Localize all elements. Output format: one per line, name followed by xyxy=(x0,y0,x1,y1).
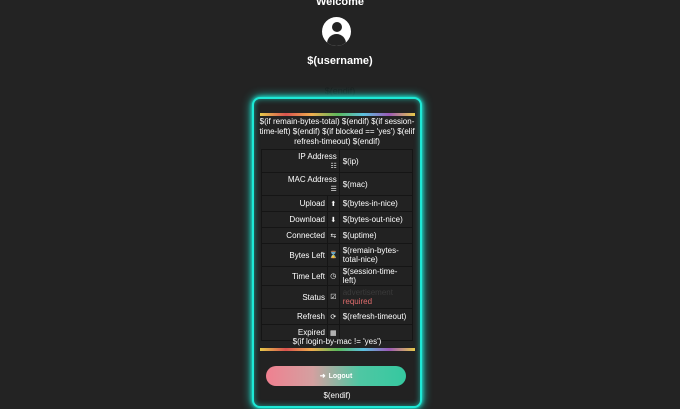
status-card: $(if remain-bytes-total) $(endif) $(if s… xyxy=(252,97,422,408)
table-row: IP Address ☷ $(ip) xyxy=(261,149,414,173)
upload-label: Upload xyxy=(261,195,328,212)
connected-label: Connected xyxy=(261,227,328,244)
barcode-icon: ☰ xyxy=(330,185,337,193)
sitemap-icon: ☷ xyxy=(330,162,337,170)
user-avatar-icon xyxy=(322,17,351,46)
mac-value: $(mac) xyxy=(338,172,414,196)
logout-button[interactable]: ➜ Logout xyxy=(266,366,406,386)
bytes-left-value: $(remain-bytes-total-nice) xyxy=(338,243,414,267)
upload-icon: ⬆ xyxy=(327,195,340,212)
exchange-icon: ⇆ xyxy=(327,227,340,244)
download-icon: ⬇ xyxy=(327,211,340,228)
hourglass-icon: ⌛ xyxy=(327,243,340,267)
bytes-left-label: Bytes Left xyxy=(261,243,328,267)
refresh-label: Refresh xyxy=(261,308,328,325)
endif-top-text: $(endif) xyxy=(324,86,356,96)
refresh-icon: ⟳ xyxy=(327,308,340,325)
download-value: $(bytes-out-nice) xyxy=(338,211,414,228)
welcome-heading: Welcome xyxy=(315,0,365,8)
rainbow-divider-bottom xyxy=(260,348,415,351)
refresh-value: $(refresh-timeout) xyxy=(338,308,414,325)
download-label: Download xyxy=(261,211,328,228)
status-page: Welcome $(username) $(endif) $(if remain… xyxy=(0,0,680,409)
table-row: MAC Address ☰ $(mac) xyxy=(261,172,414,196)
table-row: Time Left ◷ $(session-time-left) xyxy=(261,266,414,286)
login-condition-text: $(if login-by-mac != 'yes') xyxy=(292,337,382,346)
sign-out-icon: ➜ xyxy=(319,373,326,380)
mac-address-label: MAC Address xyxy=(287,174,337,184)
status-value-cell: advertisement required xyxy=(338,285,414,309)
upload-value: $(bytes-in-nice) xyxy=(338,195,414,212)
rainbow-divider-top xyxy=(260,113,415,116)
table-row: Refresh ⟳ $(refresh-timeout) xyxy=(261,308,414,325)
required-text: required xyxy=(342,297,373,306)
endif-bottom-text: $(endif) xyxy=(323,391,351,400)
logout-label: Logout xyxy=(328,373,353,380)
check-square-icon: ☑ xyxy=(327,285,340,309)
table-row: Connected ⇆ $(uptime) xyxy=(261,227,414,244)
advertisement-text: advertisement xyxy=(342,288,393,297)
table-row: Bytes Left ⌛ $(remain-bytes-total-nice) xyxy=(261,243,414,267)
time-left-value: $(session-time-left) xyxy=(338,266,414,286)
condition-text: $(if remain-bytes-total) $(endif) $(if s… xyxy=(259,117,415,146)
ip-value: $(ip) xyxy=(338,149,414,173)
uptime-value: $(uptime) xyxy=(338,227,414,244)
time-left-label: Time Left xyxy=(261,266,328,286)
username-label: $(username) xyxy=(307,55,373,67)
status-label: Status xyxy=(261,285,328,309)
table-row: Status ☑ advertisement required xyxy=(261,285,414,309)
ip-address-label-cell: IP Address ☷ xyxy=(261,149,340,173)
table-row: Download ⬇ $(bytes-out-nice) xyxy=(261,211,414,228)
status-table: IP Address ☷ $(ip) MAC Address ☰ $(mac) … xyxy=(261,149,414,341)
ip-address-label: IP Address xyxy=(298,151,337,161)
mac-address-label-cell: MAC Address ☰ xyxy=(261,172,340,196)
clock-icon: ◷ xyxy=(327,266,340,286)
table-row: Upload ⬆ $(bytes-in-nice) xyxy=(261,195,414,212)
